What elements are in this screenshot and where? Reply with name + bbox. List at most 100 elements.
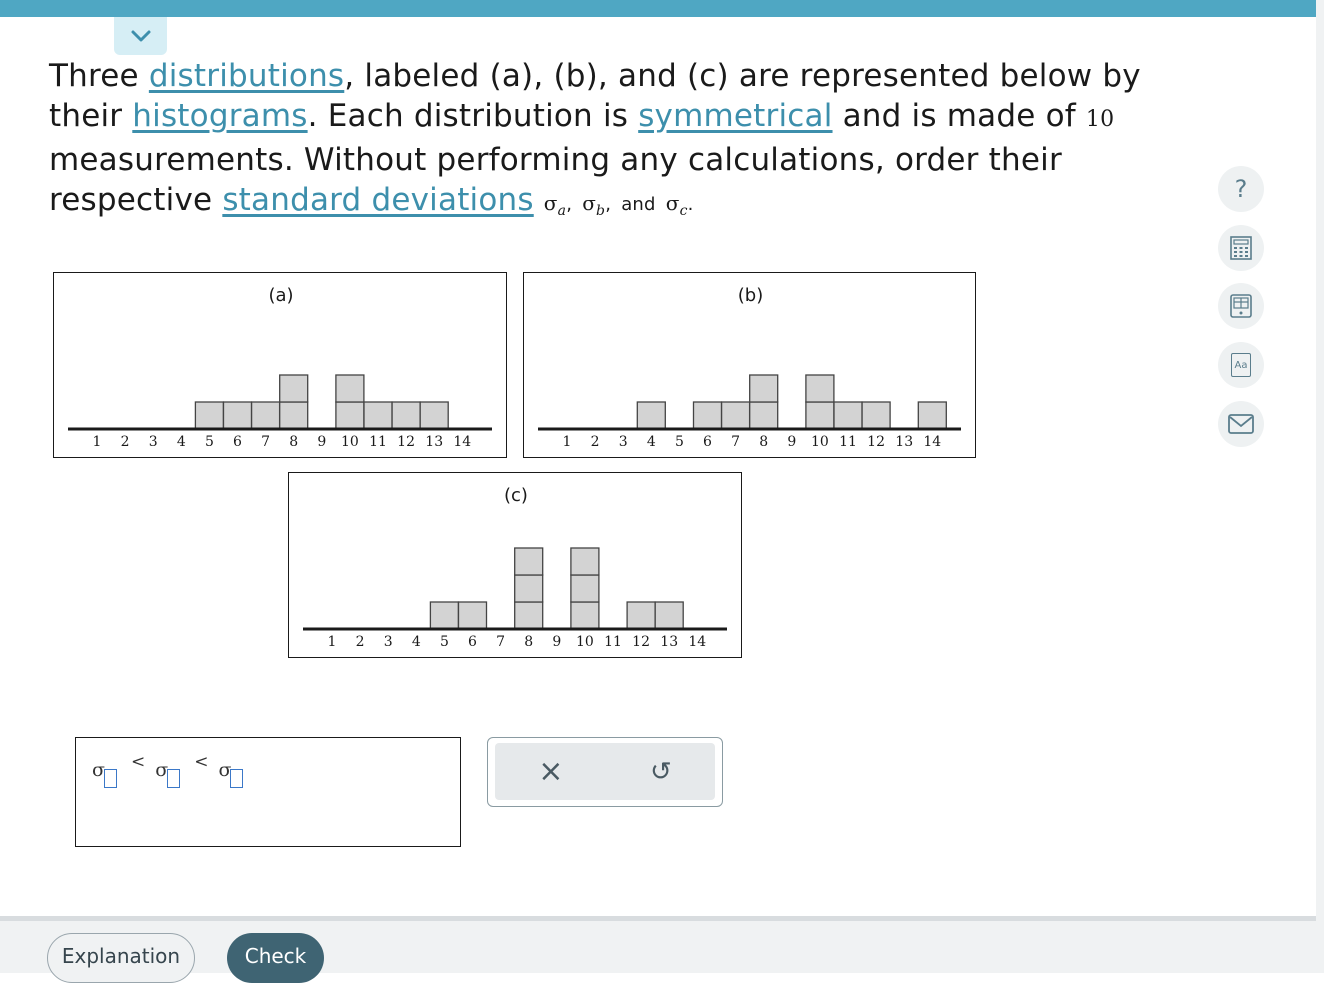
right-edge xyxy=(1316,0,1324,973)
collapse-toggle[interactable] xyxy=(114,17,167,55)
histogram-b-tick-2: 2 xyxy=(591,434,600,450)
histogram-a-tick-10: 10 xyxy=(341,434,359,450)
histogram-b-tick-12: 12 xyxy=(867,434,885,450)
subscript-slot-3[interactable] xyxy=(230,769,244,788)
histogram-b-tick-13: 13 xyxy=(895,434,913,450)
answer-box: σ < σ < σ xyxy=(75,737,461,847)
histogram-a-tick-1: 1 xyxy=(93,434,102,450)
histogram-b-bar-8-1 xyxy=(749,401,779,430)
histogram-c-bar-8-1 xyxy=(514,601,544,630)
histogram-c-bar-12-1 xyxy=(626,601,656,630)
histogram-b-tick-5: 5 xyxy=(675,434,684,450)
histogram-a-tick-7: 7 xyxy=(261,434,270,450)
histogram-b-bar-11-1 xyxy=(833,401,863,430)
histogram-a-tick-12: 12 xyxy=(397,434,415,450)
histogram-b-tick-3: 3 xyxy=(619,434,628,450)
histogram-c-tick-13: 13 xyxy=(660,634,678,650)
glossary-button[interactable]: Aa xyxy=(1218,342,1264,388)
histogram-a-bar-8-1 xyxy=(279,401,309,430)
clear-button[interactable]: × xyxy=(538,756,563,787)
histogram-c-tick-2: 2 xyxy=(356,634,365,650)
histogram-a-bar-11-1 xyxy=(363,401,393,430)
histogram-c-tick-12: 12 xyxy=(632,634,650,650)
link-standard-deviations[interactable]: standard deviations xyxy=(222,182,533,218)
histogram-c-tick-7: 7 xyxy=(496,634,505,650)
histogram-c: (c) 1 2 3 4 5 6 7 8 9 10 11 12 13 14 xyxy=(288,472,742,658)
histogram-a: (a) 1 2 3 4 5 6 7 8 9 10 11 12 13 14 xyxy=(53,272,507,458)
histogram-a-label: (a) xyxy=(268,285,293,306)
histogram-c-tick-14: 14 xyxy=(688,634,706,650)
histogram-a-tick-3: 3 xyxy=(149,434,158,450)
histogram-a-bar-6-1 xyxy=(222,401,253,430)
histogram-b-tick-14: 14 xyxy=(923,434,941,450)
histogram-a-plot: (a)1 2 3 4 5 6 7 8 9 10 11 12 13 14 xyxy=(68,285,492,450)
subscript-slot-1[interactable] xyxy=(103,769,117,788)
histogram-b-tick-9: 9 xyxy=(787,434,796,450)
histogram-a-bar-10-1 xyxy=(335,401,365,430)
histogram-b-bar-4-1 xyxy=(636,401,666,430)
histogram-c-label: (c) xyxy=(504,485,528,506)
histogram-a-tick-2: 2 xyxy=(121,434,130,450)
histogram-a-tick-13: 13 xyxy=(425,434,443,450)
histogram-a-bar-8-2 xyxy=(279,374,309,403)
answer-row: σ < σ < σ xyxy=(92,752,244,788)
histogram-c-tick-8: 8 xyxy=(524,634,533,650)
histogram-a-bar-13-1 xyxy=(419,401,449,430)
help-icon: ? xyxy=(1234,175,1248,203)
histogram-c-tick-9: 9 xyxy=(552,634,561,650)
measurement-count: 10 xyxy=(1085,107,1115,132)
undo-button[interactable]: ↺ xyxy=(650,757,672,787)
histogram-c-bar-13-1 xyxy=(654,601,684,630)
histogram-a-tick-14: 14 xyxy=(453,434,471,450)
chevron-down-icon xyxy=(131,30,150,42)
data-table-icon xyxy=(1230,294,1252,318)
histogram-c-tick-5: 5 xyxy=(440,634,449,650)
histogram-a-tick-9: 9 xyxy=(317,434,326,450)
histogram-b-bar-10-2 xyxy=(805,374,835,403)
histogram-c-bar-10-3 xyxy=(570,547,600,576)
histogram-a-tick-8: 8 xyxy=(289,434,298,450)
data-table-button[interactable] xyxy=(1218,283,1264,329)
histogram-b-tick-11: 11 xyxy=(839,434,857,450)
histogram-b-bar-8-2 xyxy=(749,374,779,403)
footer-bar xyxy=(0,921,1316,973)
explanation-button[interactable]: Explanation xyxy=(47,933,195,983)
calculator-button[interactable] xyxy=(1218,225,1264,271)
histogram-b-bar-12-1 xyxy=(861,401,891,430)
histogram-a-bar-7-1 xyxy=(250,401,281,430)
action-panel: × ↺ xyxy=(487,737,723,807)
histogram-b-bar-6-1 xyxy=(692,401,723,430)
histogram-a-tick-6: 6 xyxy=(233,434,242,450)
mail-icon xyxy=(1228,414,1254,434)
histogram-c-bar-8-3 xyxy=(514,547,544,576)
subscript-slot-2[interactable] xyxy=(167,769,181,788)
histogram-a-bar-10-2 xyxy=(335,374,365,403)
link-distributions[interactable]: distributions xyxy=(149,58,344,94)
histogram-c-bar-10-1 xyxy=(570,601,600,630)
mail-button[interactable] xyxy=(1218,401,1264,447)
sigma-list: σa, σb, and σc. xyxy=(543,191,694,219)
check-button[interactable]: Check xyxy=(227,933,324,983)
help-button[interactable]: ? xyxy=(1218,166,1264,212)
histogram-c-bar-8-2 xyxy=(514,574,544,603)
histogram-b-bar-14-1 xyxy=(917,401,947,430)
histogram-b-tick-8: 8 xyxy=(759,434,768,450)
link-histograms[interactable]: histograms xyxy=(132,98,307,134)
histogram-a-tick-5: 5 xyxy=(205,434,214,450)
histogram-b-bar-7-1 xyxy=(720,401,751,430)
histogram-b-label: (b) xyxy=(738,285,763,306)
calculator-icon xyxy=(1230,236,1252,260)
link-symmetrical[interactable]: symmetrical xyxy=(638,98,832,134)
histogram-c-plot: (c)1 2 3 4 5 6 7 8 9 10 11 12 13 14 xyxy=(303,485,727,650)
histogram-a-tick-11: 11 xyxy=(369,434,387,450)
less-than-2: < xyxy=(194,752,209,772)
histogram-c-tick-11: 11 xyxy=(604,634,622,650)
top-accent-bar xyxy=(0,0,1316,17)
histogram-c-tick-10: 10 xyxy=(576,634,594,650)
histogram-b-tick-7: 7 xyxy=(731,434,740,450)
histogram-c-bar-10-2 xyxy=(570,574,600,603)
histogram-b: (b) 1 2 3 4 5 6 7 8 9 10 11 12 13 14 xyxy=(523,272,976,458)
question-text: Three distributions, labeled (a), (b), a… xyxy=(49,58,1141,219)
histogram-b-plot: (b)1 2 3 4 5 6 7 8 9 10 11 12 13 14 xyxy=(538,285,961,450)
glossary-icon: Aa xyxy=(1231,353,1251,377)
